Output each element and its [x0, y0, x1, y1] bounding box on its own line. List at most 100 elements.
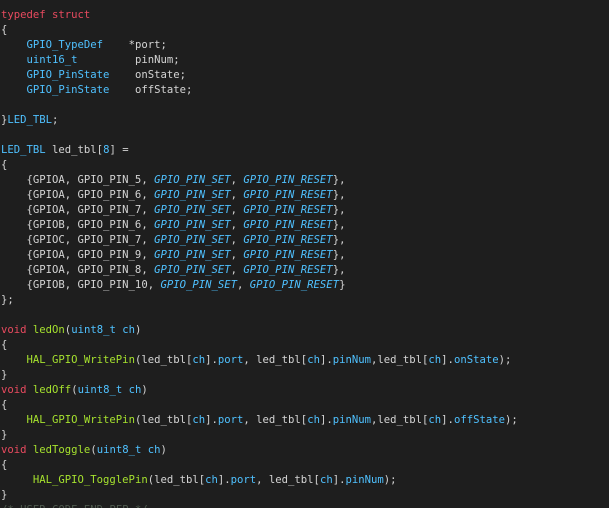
- code-token: ].: [441, 414, 454, 426]
- code-token: );: [504, 414, 518, 426]
- brace-token: {: [1, 399, 8, 411]
- identifier-token: ch: [147, 444, 161, 456]
- code-line: {: [1, 158, 7, 173]
- code-line: void ledOff(uint8_t ch): [1, 383, 148, 398]
- type-token: uint8_t: [71, 324, 116, 336]
- code-token: (led_tbl[: [134, 354, 193, 366]
- code-line: GPIO_TypeDef *port;: [1, 38, 167, 53]
- code-line: }LED_TBL;: [1, 113, 58, 128]
- type-token: uint8_t: [77, 384, 123, 396]
- code-token: ): [135, 324, 142, 336]
- code-token: ,: [230, 219, 244, 231]
- identifier-token: ch: [428, 354, 442, 366]
- code-token: ;: [52, 114, 59, 126]
- code-line: {GPIOA, GPIO_PIN_7, GPIO_PIN_SET, GPIO_P…: [1, 203, 346, 218]
- code-token: ].: [217, 474, 231, 486]
- enum-token: GPIO_PIN_SET: [154, 219, 231, 231]
- enum-token: GPIO_PIN_RESET: [243, 234, 333, 246]
- code-token: ].: [332, 474, 346, 486]
- type-token: LED_TBL: [7, 114, 53, 126]
- enum-token: GPIO_PIN_SET: [154, 264, 231, 276]
- code-token: {GPIOC, GPIO_PIN_7,: [1, 234, 155, 246]
- code-line: GPIO_PinState onState;: [1, 68, 186, 83]
- code-token: );: [498, 354, 512, 366]
- code-line: HAL_GPIO_WritePin(led_tbl[ch].port, led_…: [1, 413, 518, 428]
- identifier-token: ch: [319, 474, 333, 486]
- code-line: {GPIOC, GPIO_PIN_7, GPIO_PIN_SET, GPIO_P…: [1, 233, 346, 248]
- identifier-token: ch: [122, 324, 135, 336]
- type-token: uint16_t: [26, 54, 78, 66]
- code-token: ,: [237, 279, 250, 291]
- identifier-token: pinNum: [345, 474, 384, 486]
- enum-token: GPIO_PIN_SET: [154, 234, 231, 246]
- code-line: {: [1, 398, 7, 413]
- enum-token: GPIO_PIN_RESET: [249, 279, 340, 291]
- function-token: HAL_GPIO_TogglePin: [32, 474, 148, 486]
- code-token: {GPIOA, GPIO_PIN_6,: [1, 189, 155, 201]
- function-token: ledToggle: [32, 444, 91, 456]
- code-token: led_tbl[: [45, 144, 104, 156]
- enum-token: GPIO_PIN_RESET: [243, 249, 333, 261]
- identifier-token: ch: [307, 414, 320, 426]
- code-token: ,: [230, 234, 244, 246]
- code-line: {: [1, 23, 7, 38]
- code-token: (led_tbl[: [134, 414, 193, 426]
- enum-token: GPIO_PIN_RESET: [243, 219, 333, 231]
- keyword-token: void: [1, 444, 27, 456]
- code-line: void ledToggle(uint8_t ch): [1, 443, 167, 458]
- code-token: ): [141, 384, 148, 396]
- code-token: }: [339, 279, 346, 291]
- identifier-token: onState: [453, 354, 499, 366]
- code-token: {GPIOA, GPIO_PIN_9,: [1, 249, 155, 261]
- code-token: },: [332, 174, 346, 186]
- type-token: GPIO_TypeDef: [26, 39, 104, 51]
- code-editor[interactable]: typedef struct { GPIO_TypeDef *port; uint…: [0, 0, 609, 508]
- brace-token: }: [1, 429, 8, 441]
- code-token: onState;: [109, 69, 186, 81]
- code-token: ] =: [109, 144, 129, 156]
- identifier-token: ch: [192, 414, 206, 426]
- enum-token: GPIO_PIN_SET: [154, 189, 231, 201]
- code-line: {GPIOB, GPIO_PIN_10, GPIO_PIN_SET, GPIO_…: [1, 278, 346, 293]
- code-token: , led_tbl[: [256, 474, 320, 486]
- enum-token: GPIO_PIN_SET: [154, 174, 231, 186]
- code-line: LED_TBL led_tbl[8] =: [1, 143, 129, 158]
- enum-token: GPIO_PIN_SET: [154, 204, 231, 216]
- brace-token: {: [1, 339, 8, 351]
- identifier-token: port: [217, 414, 244, 426]
- keyword-token: void: [1, 324, 27, 336]
- code-token: ,: [230, 249, 244, 261]
- code-token: , led_tbl[: [243, 354, 308, 366]
- brace-token: {: [1, 459, 8, 471]
- code-token: ].: [319, 414, 333, 426]
- code-token: );: [383, 474, 397, 486]
- keyword-token: typedef struct: [1, 9, 91, 21]
- code-token: ,: [230, 174, 244, 186]
- code-token: },: [332, 234, 346, 246]
- code-line: {: [1, 338, 7, 353]
- code-line: {GPIOA, GPIO_PIN_6, GPIO_PIN_SET, GPIO_P…: [1, 188, 346, 203]
- enum-token: GPIO_PIN_RESET: [243, 189, 333, 201]
- enum-token: GPIO_PIN_RESET: [243, 204, 333, 216]
- code-line: void ledOn(uint8_t ch): [1, 323, 141, 338]
- type-token: LED_TBL: [1, 144, 46, 156]
- code-token: ,: [230, 189, 244, 201]
- type-token: uint8_t: [96, 444, 142, 456]
- function-token: HAL_GPIO_WritePin: [26, 354, 135, 366]
- function-token: ledOn: [32, 324, 65, 336]
- identifier-token: ch: [192, 354, 206, 366]
- code-token: {GPIOA, GPIO_PIN_8,: [1, 264, 155, 276]
- identifier-token: pinNum: [332, 354, 371, 366]
- code-token: , led_tbl[: [243, 414, 308, 426]
- function-token: ledOff: [32, 384, 72, 396]
- brace-token: {: [1, 159, 8, 171]
- code-token: ,led_tbl[: [371, 354, 429, 366]
- code-line: {GPIOA, GPIO_PIN_5, GPIO_PIN_SET, GPIO_P…: [1, 173, 346, 188]
- code-token: },: [332, 204, 346, 216]
- identifier-token: offState: [453, 414, 505, 426]
